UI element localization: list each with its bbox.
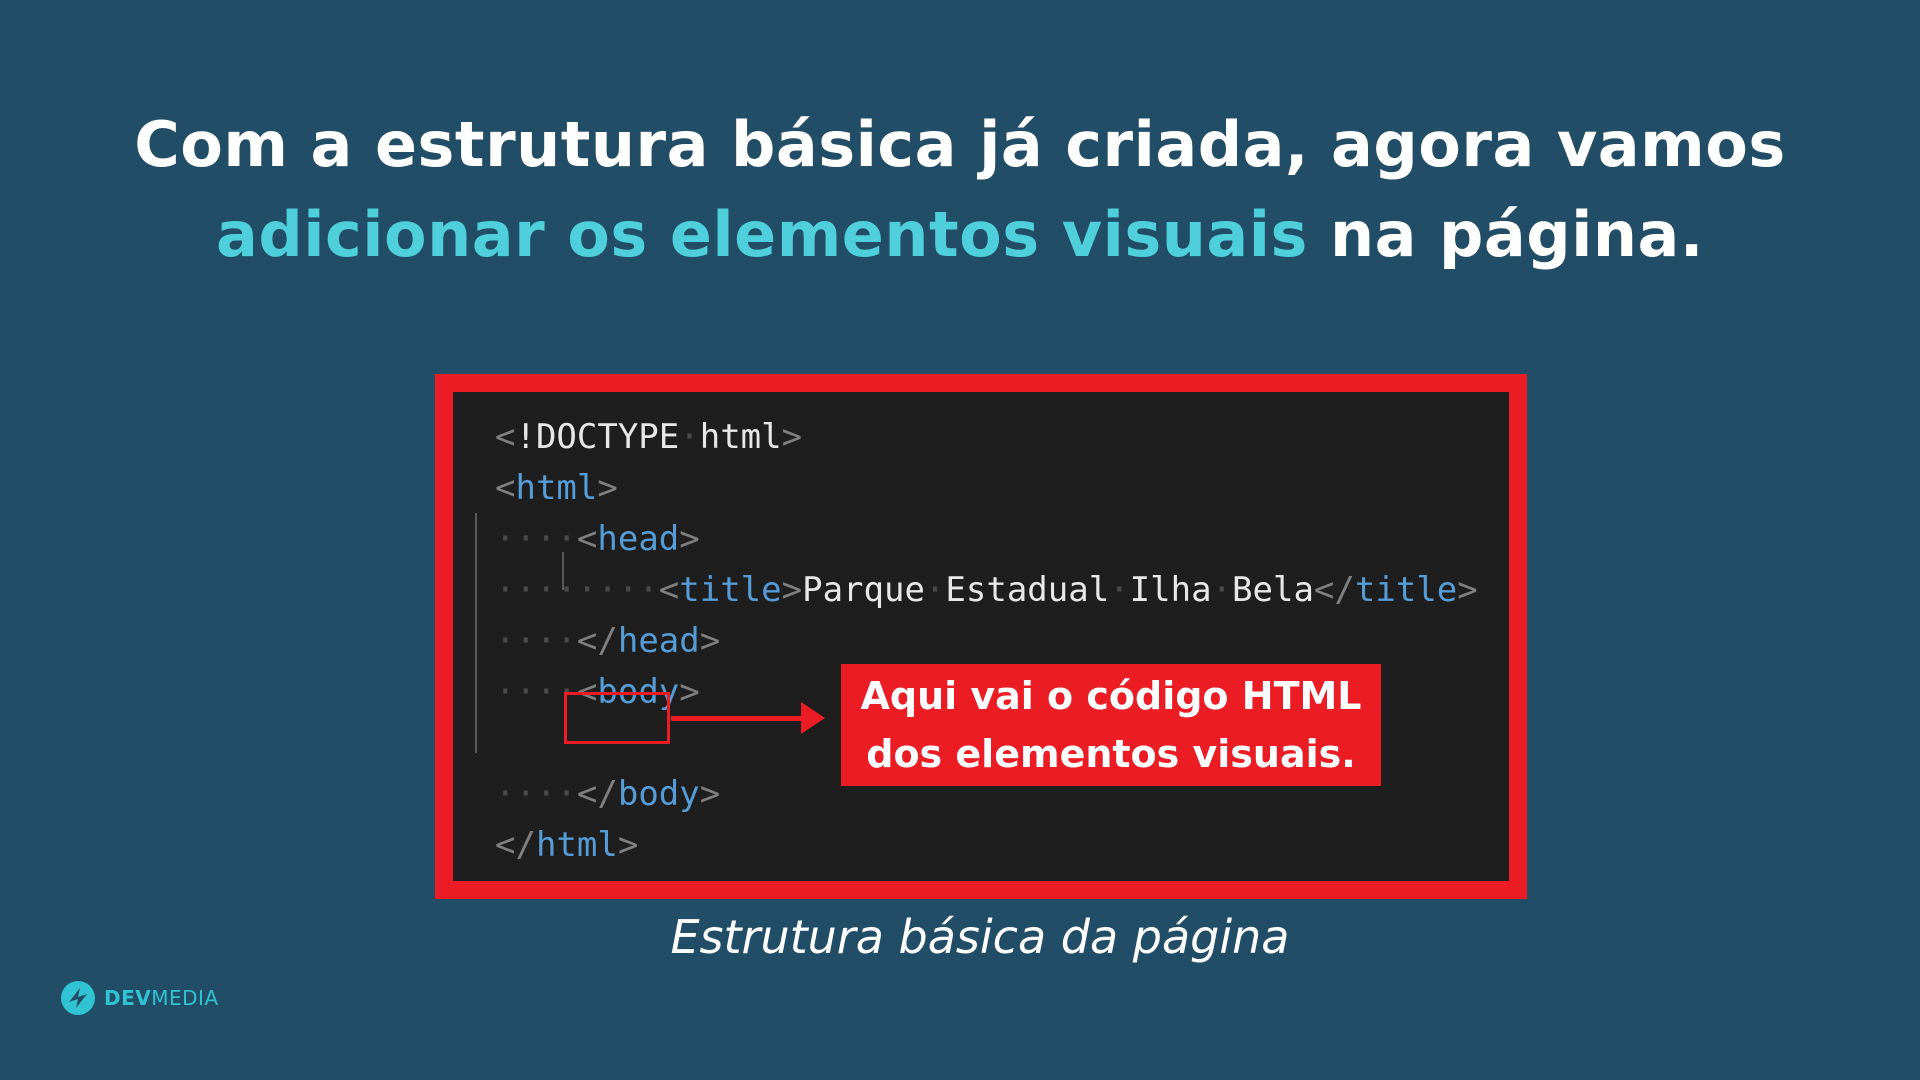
code-block: <!DOCTYPE·html> <html> ····<head> ········<… (495, 412, 1478, 871)
devmedia-logo-text: DEVMEDIA (104, 986, 219, 1010)
devmedia-logo: DEVMEDIA (60, 980, 219, 1016)
code-token: · (1211, 570, 1233, 610)
code-line: <html> (495, 463, 1478, 514)
code-token: > (679, 519, 700, 559)
code-line: ········<title>Parque·Estadual·Ilha·Bela… (495, 565, 1478, 616)
insertion-placeholder-box (564, 692, 670, 744)
arrow-line (671, 716, 809, 721)
code-token: > (781, 570, 803, 610)
headline-rest-text: na página. (1307, 198, 1704, 271)
code-line: </html> (495, 820, 1478, 871)
code-token: Estadual (945, 570, 1110, 610)
headline-line-1: Com a estrutura básica já criada, agora … (134, 108, 1786, 181)
code-token: head (617, 621, 700, 661)
headline-accent-text: adicionar os elementos visuais (216, 198, 1308, 271)
code-token: title (1354, 570, 1458, 610)
code-token: > (699, 621, 721, 661)
code-token: > (1457, 570, 1478, 610)
code-token: < (576, 519, 598, 559)
logo-text-bold: DEV (104, 986, 152, 1010)
code-line: <!DOCTYPE·html> (495, 412, 1478, 463)
code-token: </ (576, 774, 618, 814)
code-token: </ (576, 621, 618, 661)
headline: Com a estrutura básica já criada, agora … (0, 100, 1920, 280)
code-token: </ (495, 825, 536, 865)
code-token: ···· (495, 774, 577, 814)
code-token: Bela (1232, 570, 1314, 610)
callout-label: Aqui vai o código HTML dos elementos vis… (841, 664, 1381, 786)
figure-caption: Estrutura básica da página (670, 910, 1290, 964)
code-token: html (515, 468, 598, 508)
code-token: > (679, 672, 700, 712)
code-token: < (495, 468, 516, 508)
code-token: ········ (495, 570, 659, 610)
code-token: > (617, 825, 639, 865)
arrow-head-icon (801, 702, 825, 734)
headline-line-2: adicionar os elementos visuais na página… (0, 190, 1920, 280)
code-token: html (699, 417, 782, 457)
code-token: · (679, 417, 700, 457)
code-token: !DOCTYPE (515, 417, 680, 457)
code-token: title (679, 570, 782, 610)
code-token: Ilha (1129, 570, 1212, 610)
code-token: html (535, 825, 618, 865)
code-token: < (658, 570, 680, 610)
code-token: < (495, 417, 516, 457)
code-token: > (781, 417, 803, 457)
code-line: ····<head> (495, 514, 1478, 565)
code-token: > (597, 468, 618, 508)
code-line: ····</head> (495, 616, 1478, 667)
logo-text-light: MEDIA (151, 986, 219, 1010)
code-token: ···· (495, 621, 577, 661)
code-token: Parque (802, 570, 925, 610)
code-token: · (924, 570, 946, 610)
indent-guide-outer (475, 513, 477, 753)
code-screenshot-frame: <!DOCTYPE·html> <html> ····<head> ········<… (435, 374, 1527, 899)
code-token: head (597, 519, 680, 559)
callout-line-2: dos elementos visuais. (866, 732, 1356, 776)
code-token: ···· (495, 519, 577, 559)
code-token: > (699, 774, 721, 814)
code-token: body (617, 774, 700, 814)
code-editor: <!DOCTYPE·html> <html> ····<head> ········<… (453, 392, 1509, 881)
devmedia-logo-icon (61, 981, 95, 1015)
code-token: </ (1313, 570, 1355, 610)
code-token: · (1109, 570, 1130, 610)
callout-line-1: Aqui vai o código HTML (860, 674, 1362, 718)
